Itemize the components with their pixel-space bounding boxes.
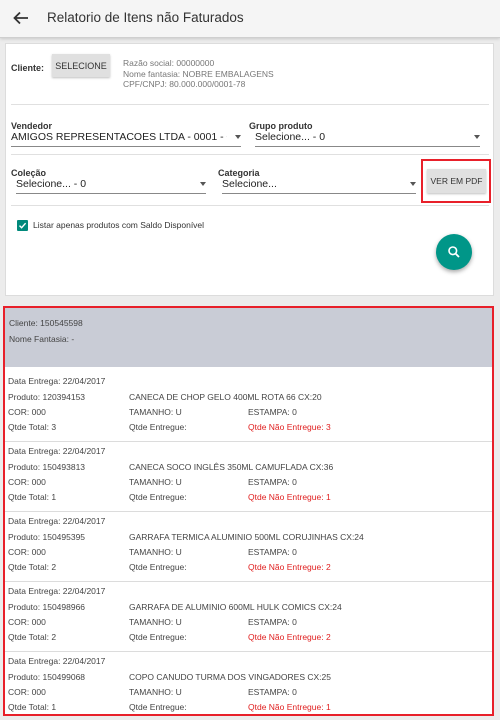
results-panel: Cliente: 150545598 Nome Fantasia: - Data… xyxy=(3,306,494,716)
categoria-value: Selecione... xyxy=(222,178,277,190)
colecao-value: Selecione... - 0 xyxy=(16,178,87,190)
qtde-total: Qtde Total: 3 xyxy=(8,422,57,432)
list-item[interactable]: Data Entrega: 22/04/2017 Produto: 150493… xyxy=(5,442,492,512)
data-entrega: Data Entrega: 22/04/2017 xyxy=(8,586,106,596)
grupo-produto-select[interactable]: Selecione... - 0 xyxy=(255,129,480,147)
produto: Produto: 120394153 xyxy=(8,392,86,402)
qtde-total: Qtde Total: 2 xyxy=(8,632,57,642)
nome-fantasia: Nome fantasia: NOBRE EMBALAGENS xyxy=(123,68,274,79)
cpf-cnpj: CPF/CNPJ: 80.000.000/0001-78 xyxy=(123,79,246,89)
ver-em-pdf-button[interactable]: VER EM PDF xyxy=(427,169,486,193)
dropdown-arrow-icon xyxy=(410,182,416,186)
saldo-checkbox-label[interactable]: Listar apenas produtos com Saldo Disponí… xyxy=(33,220,204,230)
descricao: GARRAFA DE ALUMINIO 600ML HULK COMICS CX… xyxy=(129,602,342,612)
cor: COR: 000 xyxy=(8,617,46,627)
descricao: GARRAFA TERMICA ALUMINIO 500ML CORUJINHA… xyxy=(129,532,364,542)
estampa: ESTAMPA: 0 xyxy=(248,547,297,557)
tamanho: TAMANHO: U xyxy=(129,407,182,417)
cor: COR: 000 xyxy=(8,407,46,417)
estampa: ESTAMPA: 0 xyxy=(248,687,297,697)
qtde-total: Qtde Total: 1 xyxy=(8,492,57,502)
cor: COR: 000 xyxy=(8,547,46,557)
divider xyxy=(11,104,489,105)
produto: Produto: 150495395 xyxy=(8,532,86,542)
qtde-entregue: Qtde Entregue: xyxy=(129,562,187,572)
page-title: Relatorio de Itens não Faturados xyxy=(47,10,244,25)
qtde-nao-entregue: Qtde Não Entregue: 2 xyxy=(248,562,331,572)
list-item[interactable]: Data Entrega: 22/04/2017 Produto: 120394… xyxy=(5,372,492,442)
produto: Produto: 150499068 xyxy=(8,672,86,682)
descricao: COPO CANUDO TURMA DOS VINGADORES CX:25 xyxy=(129,672,331,682)
result-client-header: Cliente: 150545598 Nome Fantasia: - xyxy=(5,308,492,367)
check-icon xyxy=(19,222,27,229)
descricao: CANECA SOCO INGLÊS 350ML CAMUFLADA CX:36 xyxy=(129,462,334,472)
list-item[interactable]: Data Entrega: 22/04/2017 Produto: 150498… xyxy=(5,582,492,652)
qtde-nao-entregue: Qtde Não Entregue: 1 xyxy=(248,702,331,712)
qtde-entregue: Qtde Entregue: xyxy=(129,702,187,712)
estampa: ESTAMPA: 0 xyxy=(248,617,297,627)
qtde-total: Qtde Total: 2 xyxy=(8,562,57,572)
tamanho: TAMANHO: U xyxy=(129,477,182,487)
qtde-entregue: Qtde Entregue: xyxy=(129,632,187,642)
estampa: ESTAMPA: 0 xyxy=(248,477,297,487)
dropdown-arrow-icon xyxy=(200,182,206,186)
categoria-select[interactable]: Selecione... xyxy=(222,176,416,194)
data-entrega: Data Entrega: 22/04/2017 xyxy=(8,446,106,456)
qtde-entregue: Qtde Entregue: xyxy=(129,422,187,432)
tamanho: TAMANHO: U xyxy=(129,687,182,697)
result-client: Cliente: 150545598 xyxy=(9,318,83,328)
qtde-nao-entregue: Qtde Não Entregue: 2 xyxy=(248,632,331,642)
data-entrega: Data Entrega: 22/04/2017 xyxy=(8,516,106,526)
back-arrow-icon[interactable] xyxy=(10,7,32,29)
list-item[interactable]: Data Entrega: 22/04/2017 Produto: 150495… xyxy=(5,512,492,582)
qtde-nao-entregue: Qtde Não Entregue: 1 xyxy=(248,492,331,502)
search-button[interactable] xyxy=(436,234,472,270)
result-nome-fantasia: Nome Fantasia: - xyxy=(9,334,75,344)
tamanho: TAMANHO: U xyxy=(129,617,182,627)
select-client-button[interactable]: SELECIONE xyxy=(52,54,110,77)
tamanho: TAMANHO: U xyxy=(129,547,182,557)
search-icon xyxy=(448,246,460,258)
dropdown-arrow-icon xyxy=(235,135,241,139)
produto: Produto: 150493813 xyxy=(8,462,86,472)
filters-card: Cliente: SELECIONE Razão social: 0000000… xyxy=(5,43,494,296)
cor: COR: 000 xyxy=(8,687,46,697)
data-entrega: Data Entrega: 22/04/2017 xyxy=(8,656,106,666)
divider xyxy=(11,154,489,155)
grupo-produto-value: Selecione... - 0 xyxy=(255,131,326,143)
saldo-checkbox[interactable] xyxy=(17,220,28,231)
app-bar: Relatorio de Itens não Faturados xyxy=(0,0,500,38)
data-entrega: Data Entrega: 22/04/2017 xyxy=(8,376,106,386)
vendedor-value: AMIGOS REPRESENTACOES LTDA - 0001 - 00. xyxy=(11,131,227,143)
qtde-entregue: Qtde Entregue: xyxy=(129,492,187,502)
produto: Produto: 150498966 xyxy=(8,602,86,612)
cor: COR: 000 xyxy=(8,477,46,487)
descricao: CANECA DE CHOP GELO 400ML ROTA 66 CX:20 xyxy=(129,392,322,402)
qtde-nao-entregue: Qtde Não Entregue: 3 xyxy=(248,422,331,432)
qtde-total: Qtde Total: 1 xyxy=(8,702,57,712)
estampa: ESTAMPA: 0 xyxy=(248,407,297,417)
dropdown-arrow-icon xyxy=(474,135,480,139)
list-item[interactable]: Data Entrega: 22/04/2017 Produto: 150499… xyxy=(5,652,492,714)
razao-social: Razão social: 00000000 xyxy=(123,58,215,68)
client-info: Razão social: 00000000 Nome fantasia: NO… xyxy=(123,58,274,90)
vendedor-select[interactable]: AMIGOS REPRESENTACOES LTDA - 0001 - 00. xyxy=(11,129,241,147)
divider xyxy=(11,205,489,206)
client-label: Cliente: xyxy=(11,63,45,73)
colecao-select[interactable]: Selecione... - 0 xyxy=(16,176,206,194)
